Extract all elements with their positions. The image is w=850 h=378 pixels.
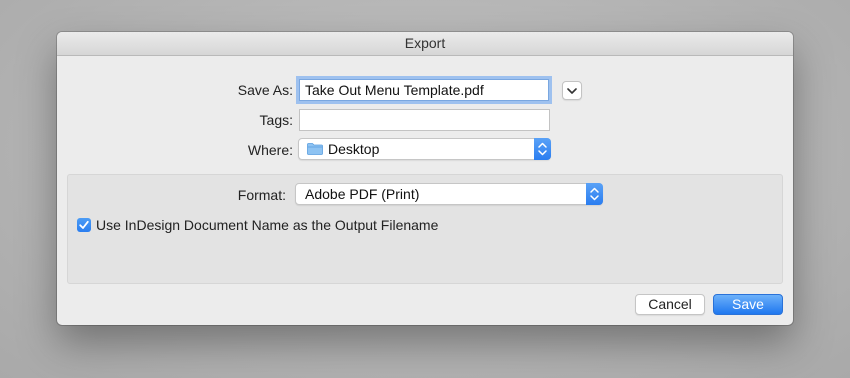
export-dialog: Export Save As: Tags: Where: Desktop For… — [57, 32, 793, 325]
chevron-down-icon — [567, 88, 577, 94]
format-popup[interactable]: Adobe PDF (Print) — [295, 183, 603, 205]
folder-icon — [307, 143, 323, 155]
where-label: Where: — [247, 142, 293, 158]
save-button[interactable]: Save — [713, 294, 783, 315]
checkmark-icon — [79, 220, 89, 229]
save-as-field[interactable] — [299, 79, 549, 101]
format-label: Format: — [237, 187, 286, 203]
tags-field[interactable] — [299, 109, 550, 131]
use-doc-name-label[interactable]: Use InDesign Document Name as the Output… — [96, 217, 438, 233]
options-panel: Format: Adobe PDF (Print) Use InDesign D… — [67, 174, 783, 284]
where-value: Desktop — [328, 141, 380, 157]
where-popup[interactable]: Desktop — [298, 138, 551, 160]
window-title: Export — [57, 32, 793, 56]
format-value: Adobe PDF (Print) — [305, 186, 420, 202]
tags-label: Tags: — [259, 112, 293, 128]
expand-dialog-button[interactable] — [562, 81, 582, 100]
save-as-label: Save As: — [237, 82, 293, 98]
cancel-button[interactable]: Cancel — [635, 294, 705, 315]
up-down-arrows-icon — [586, 183, 603, 205]
use-doc-name-checkbox[interactable] — [77, 218, 91, 232]
up-down-arrows-icon — [534, 138, 551, 160]
